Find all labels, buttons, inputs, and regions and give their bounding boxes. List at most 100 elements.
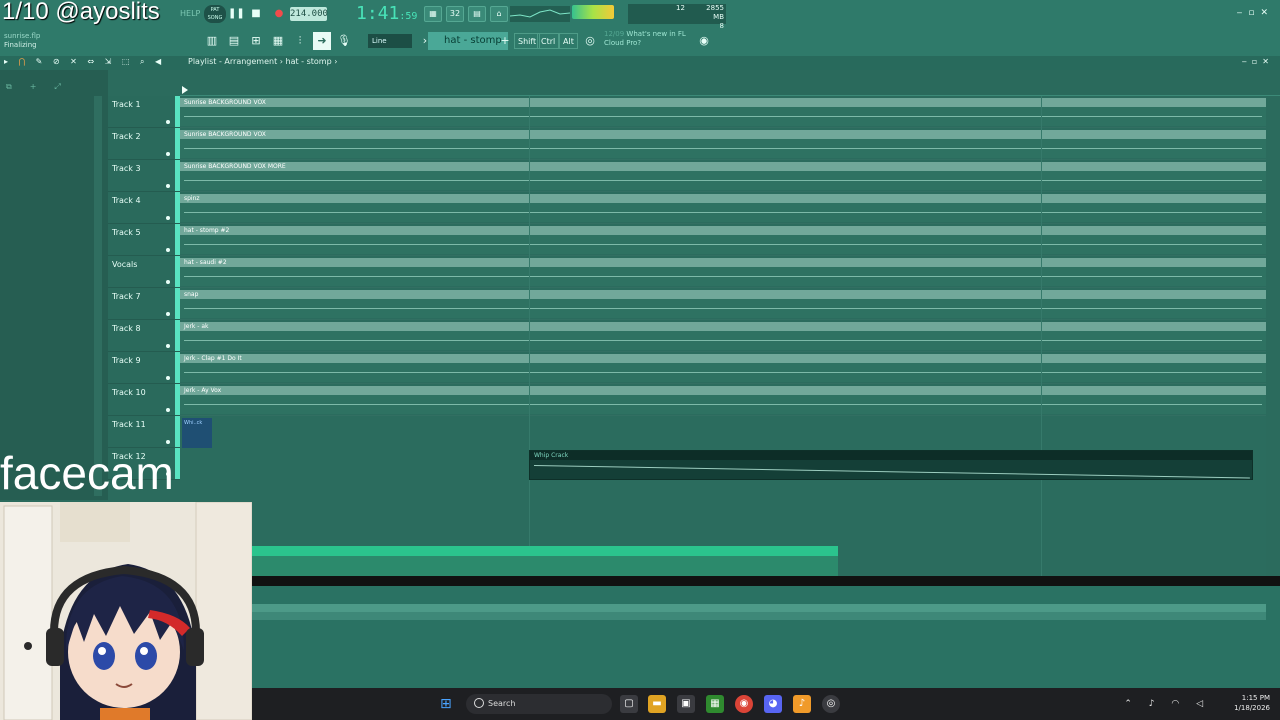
snap-arrow-icon[interactable]: ➜	[313, 32, 331, 50]
playlist-lane[interactable]: Jerk - ak	[180, 320, 1266, 352]
browser-scrollbar[interactable]	[94, 96, 102, 496]
track-mute-led[interactable]	[166, 312, 170, 316]
green-clip-bar[interactable]	[252, 546, 838, 556]
windows-start-icon[interactable]: ⊞	[440, 696, 456, 712]
system-tray[interactable]: ⌃ ♪ ◠ ◁	[1124, 699, 1210, 709]
track-color-strip	[175, 256, 180, 287]
whip-crack-clip[interactable]: Whip Crack	[529, 450, 1253, 480]
browser-tools[interactable]: ⧉+⤢	[6, 82, 96, 94]
track-header[interactable]: Track 4	[108, 192, 180, 224]
track-header[interactable]: Track 9	[108, 352, 180, 384]
playlist-lane[interactable]: snap	[180, 288, 1266, 320]
track-mute-led[interactable]	[166, 280, 170, 284]
audio-clip[interactable]: Jerk - ak	[180, 322, 1266, 350]
microphone-icon[interactable]: 🎙	[335, 32, 353, 50]
playlist-tools[interactable]: ▸ ⋂ ✎ ⊘ ✕ ⇔ ⇲ ⬚ ⌕ ◀	[4, 57, 165, 67]
window-controls[interactable]: ‒▫✕	[1237, 8, 1274, 18]
track-color-strip	[175, 320, 180, 351]
discord-icon[interactable]: ◕	[764, 695, 782, 713]
track-header[interactable]: Track 8	[108, 320, 180, 352]
track-mute-led[interactable]	[166, 248, 170, 252]
fl-studio-window: 1/10 @ayoslits sunrise.flp Finalizing HE…	[0, 0, 1280, 720]
step-sequencer-icon[interactable]: 32	[446, 6, 464, 22]
track-mute-led[interactable]	[166, 344, 170, 348]
search-icon	[474, 698, 484, 708]
snap-mode-select[interactable]: Line	[368, 34, 412, 48]
playlist-window-controls[interactable]: ‒▫✕	[1242, 57, 1274, 66]
pattern-icon[interactable]: ⊞	[247, 32, 265, 50]
track-mute-led[interactable]	[166, 184, 170, 188]
playlist-lane[interactable]: hat - saudi #2	[180, 256, 1266, 288]
audio-clip[interactable]: spinz	[180, 194, 1266, 222]
mixer-icon[interactable]: ▤	[468, 6, 486, 22]
track-header[interactable]: Track 3	[108, 160, 180, 192]
audio-clip[interactable]: Sunrise BACKGROUND VOX	[180, 130, 1266, 158]
track-header[interactable]: Track 10	[108, 384, 180, 416]
record-icon[interactable]: ●	[272, 7, 286, 21]
playlist-lane[interactable]: Jerk - Ay Vox	[180, 384, 1266, 416]
track-mute-led[interactable]	[166, 408, 170, 412]
audio-clip[interactable]: Jerk - Ay Vox	[180, 386, 1266, 414]
lower-clip-body[interactable]	[252, 612, 1266, 620]
obs-icon[interactable]: ◎	[822, 695, 840, 713]
pat-song-toggle[interactable]: PAT SONG	[204, 5, 226, 23]
playlist-lane[interactable]: Sunrise BACKGROUND VOX MORE	[180, 160, 1266, 192]
playhead-marker[interactable]	[182, 86, 188, 94]
task-view-icon[interactable]: ▢	[620, 695, 638, 713]
online-status-icon[interactable]: ◉	[695, 32, 713, 50]
minecraft-icon[interactable]: ▦	[706, 695, 724, 713]
playlist-lane[interactable]: Jerk - Clap #1 Do It	[180, 352, 1266, 384]
stop-icon[interactable]: ■	[249, 7, 263, 21]
system-clock[interactable]: 1:15 PM 1/18/2026	[1234, 693, 1270, 713]
audio-clip[interactable]: Sunrise BACKGROUND VOX MORE	[180, 162, 1266, 190]
mixer-view-icon[interactable]: ⫶	[291, 32, 309, 50]
track-mute-led[interactable]	[166, 152, 170, 156]
green-clip-body[interactable]	[252, 556, 838, 576]
track-header[interactable]: Track 11	[108, 416, 180, 448]
track-mute-led[interactable]	[166, 120, 170, 124]
track-mute-led[interactable]	[166, 216, 170, 220]
audio-clip[interactable]: Jerk - Clap #1 Do It	[180, 354, 1266, 382]
file-explorer-icon[interactable]: ▬	[648, 695, 666, 713]
lower-clip-header[interactable]	[252, 604, 1266, 612]
clip-waveform	[184, 276, 1262, 277]
clip-waveform	[184, 212, 1262, 213]
playlist-lane[interactable]: Sunrise BACKGROUND VOX	[180, 128, 1266, 160]
track-mute-led[interactable]	[166, 440, 170, 444]
audio-clip[interactable]: snap	[180, 290, 1266, 318]
track-mute-led[interactable]	[166, 376, 170, 380]
news-panel[interactable]: 12/09 What's new in FL Cloud Pro?	[604, 30, 686, 48]
audio-clip[interactable]: Sunrise BACKGROUND VOX	[180, 98, 1266, 126]
piano-roll-icon[interactable]: ▦	[424, 6, 442, 22]
playlist-lane[interactable]: Sunrise BACKGROUND VOX	[180, 96, 1266, 128]
metronome-icon[interactable]: ⌂	[490, 6, 508, 22]
track-header[interactable]: Track 5	[108, 224, 180, 256]
track-header[interactable]: Vocals	[108, 256, 180, 288]
help-label[interactable]: HELP	[180, 9, 200, 18]
track-header[interactable]: Track 1	[108, 96, 180, 128]
whip-crack-small-clip[interactable]: Whi..ck	[182, 418, 212, 448]
alt-key[interactable]: Alt	[559, 33, 578, 49]
pause-icon[interactable]: ❚❚	[228, 7, 245, 21]
track-header[interactable]: Track 7	[108, 288, 180, 320]
fl-studio-taskbar-icon[interactable]: ♪	[793, 695, 811, 713]
track-header[interactable]: Track 2	[108, 128, 180, 160]
audio-clip[interactable]: hat - saudi #2	[180, 258, 1266, 286]
magnet-icon[interactable]: ⋂	[19, 57, 30, 66]
clock-date: 1/18/2026	[1234, 704, 1270, 712]
tempo-display[interactable]: 214.000	[290, 7, 328, 21]
chrome-icon[interactable]: ◉	[735, 695, 753, 713]
add-pattern-icon[interactable]: +	[496, 32, 514, 50]
ctrl-key[interactable]: Ctrl	[537, 33, 560, 49]
taskbar-search[interactable]: Search	[466, 694, 612, 714]
playlist-icon[interactable]: ▦	[269, 32, 287, 50]
browser-icon[interactable]: ▥	[203, 32, 221, 50]
playlist-lane[interactable]: spinz	[180, 192, 1266, 224]
audio-clip[interactable]: hat - stomp #2	[180, 226, 1266, 254]
playlist-lane[interactable]: hat - stomp #2	[180, 224, 1266, 256]
playlist-breadcrumb[interactable]: Playlist - Arrangement › hat - stomp ›	[188, 57, 337, 66]
channel-rack-icon[interactable]: ▤	[225, 32, 243, 50]
store-icon[interactable]: ▣	[677, 695, 695, 713]
news-icon[interactable]: ◎	[581, 32, 599, 50]
timeline-ruler[interactable]	[180, 70, 1280, 96]
